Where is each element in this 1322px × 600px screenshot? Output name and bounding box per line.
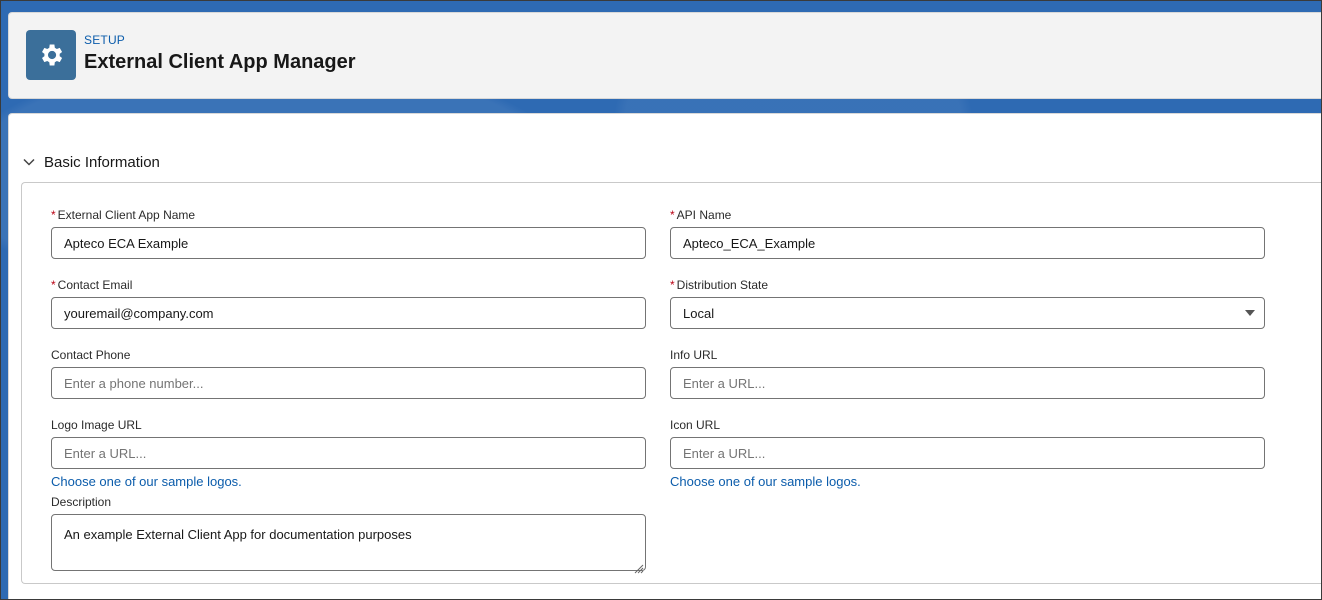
field-label: Info URL (670, 348, 718, 362)
field-label: * Distribution State (670, 278, 769, 292)
section-toggle-basic-information[interactable]: Basic Information (22, 151, 160, 173)
page-header: SETUP External Client App Manager (8, 12, 1322, 99)
required-marker: * (51, 208, 56, 222)
description-textarea[interactable]: An example External Client App for docum… (51, 514, 646, 571)
field-label: Logo Image URL (51, 418, 142, 432)
select-value: Local (683, 305, 715, 321)
field-contact-phone: Contact Phone (51, 347, 646, 399)
setup-gear-icon (26, 30, 76, 80)
description-wrapper: An example External Client App for docum… (51, 510, 646, 576)
info-url-input[interactable] (670, 367, 1265, 399)
field-logo-image-url: Logo Image URL Choose one of our sample … (51, 417, 646, 489)
field-contact-email: * Contact Email (51, 277, 646, 329)
required-marker: * (51, 278, 56, 292)
sample-icons-link[interactable]: Choose one of our sample logos. (670, 474, 1265, 489)
field-api-name: * API Name (670, 207, 1265, 259)
field-label: * Contact Email (51, 278, 133, 292)
field-label: * API Name (670, 208, 732, 222)
breadcrumb[interactable]: SETUP (84, 33, 125, 47)
required-marker: * (670, 278, 675, 292)
logo-image-url-input[interactable] (51, 437, 646, 469)
chevron-down-icon (23, 158, 35, 166)
app-name-input[interactable] (51, 227, 646, 259)
field-label: Contact Phone (51, 348, 131, 362)
field-label: Icon URL (670, 418, 721, 432)
api-name-input[interactable] (670, 227, 1265, 259)
required-marker: * (670, 208, 675, 222)
distribution-state-select[interactable]: Local (670, 297, 1265, 329)
field-info-url: Info URL (670, 347, 1265, 399)
contact-phone-input[interactable] (51, 367, 646, 399)
section-body: *External Client App Name *API Name *Con… (21, 182, 1322, 584)
field-distribution-state: * Distribution State Local (670, 277, 1265, 329)
field-description: Description An example External Client A… (51, 494, 646, 576)
page-title: External Client App Manager (84, 51, 356, 73)
contact-email-input[interactable] (51, 297, 646, 329)
resize-handle-icon[interactable] (632, 562, 644, 574)
dropdown-arrow-icon (1245, 310, 1255, 316)
field-app-name: * External Client App Name (51, 207, 646, 259)
sample-logos-link[interactable]: Choose one of our sample logos. (51, 474, 646, 489)
gear-icon (42, 44, 63, 66)
field-icon-url: Icon URL Choose one of our sample logos. (670, 417, 1265, 489)
icon-url-input[interactable] (670, 437, 1265, 469)
form-card: Basic Information * External Client App N… (8, 113, 1322, 600)
field-label: Description (51, 495, 112, 509)
field-label: * External Client App Name (51, 208, 196, 222)
section-title: Basic Information (44, 153, 160, 171)
